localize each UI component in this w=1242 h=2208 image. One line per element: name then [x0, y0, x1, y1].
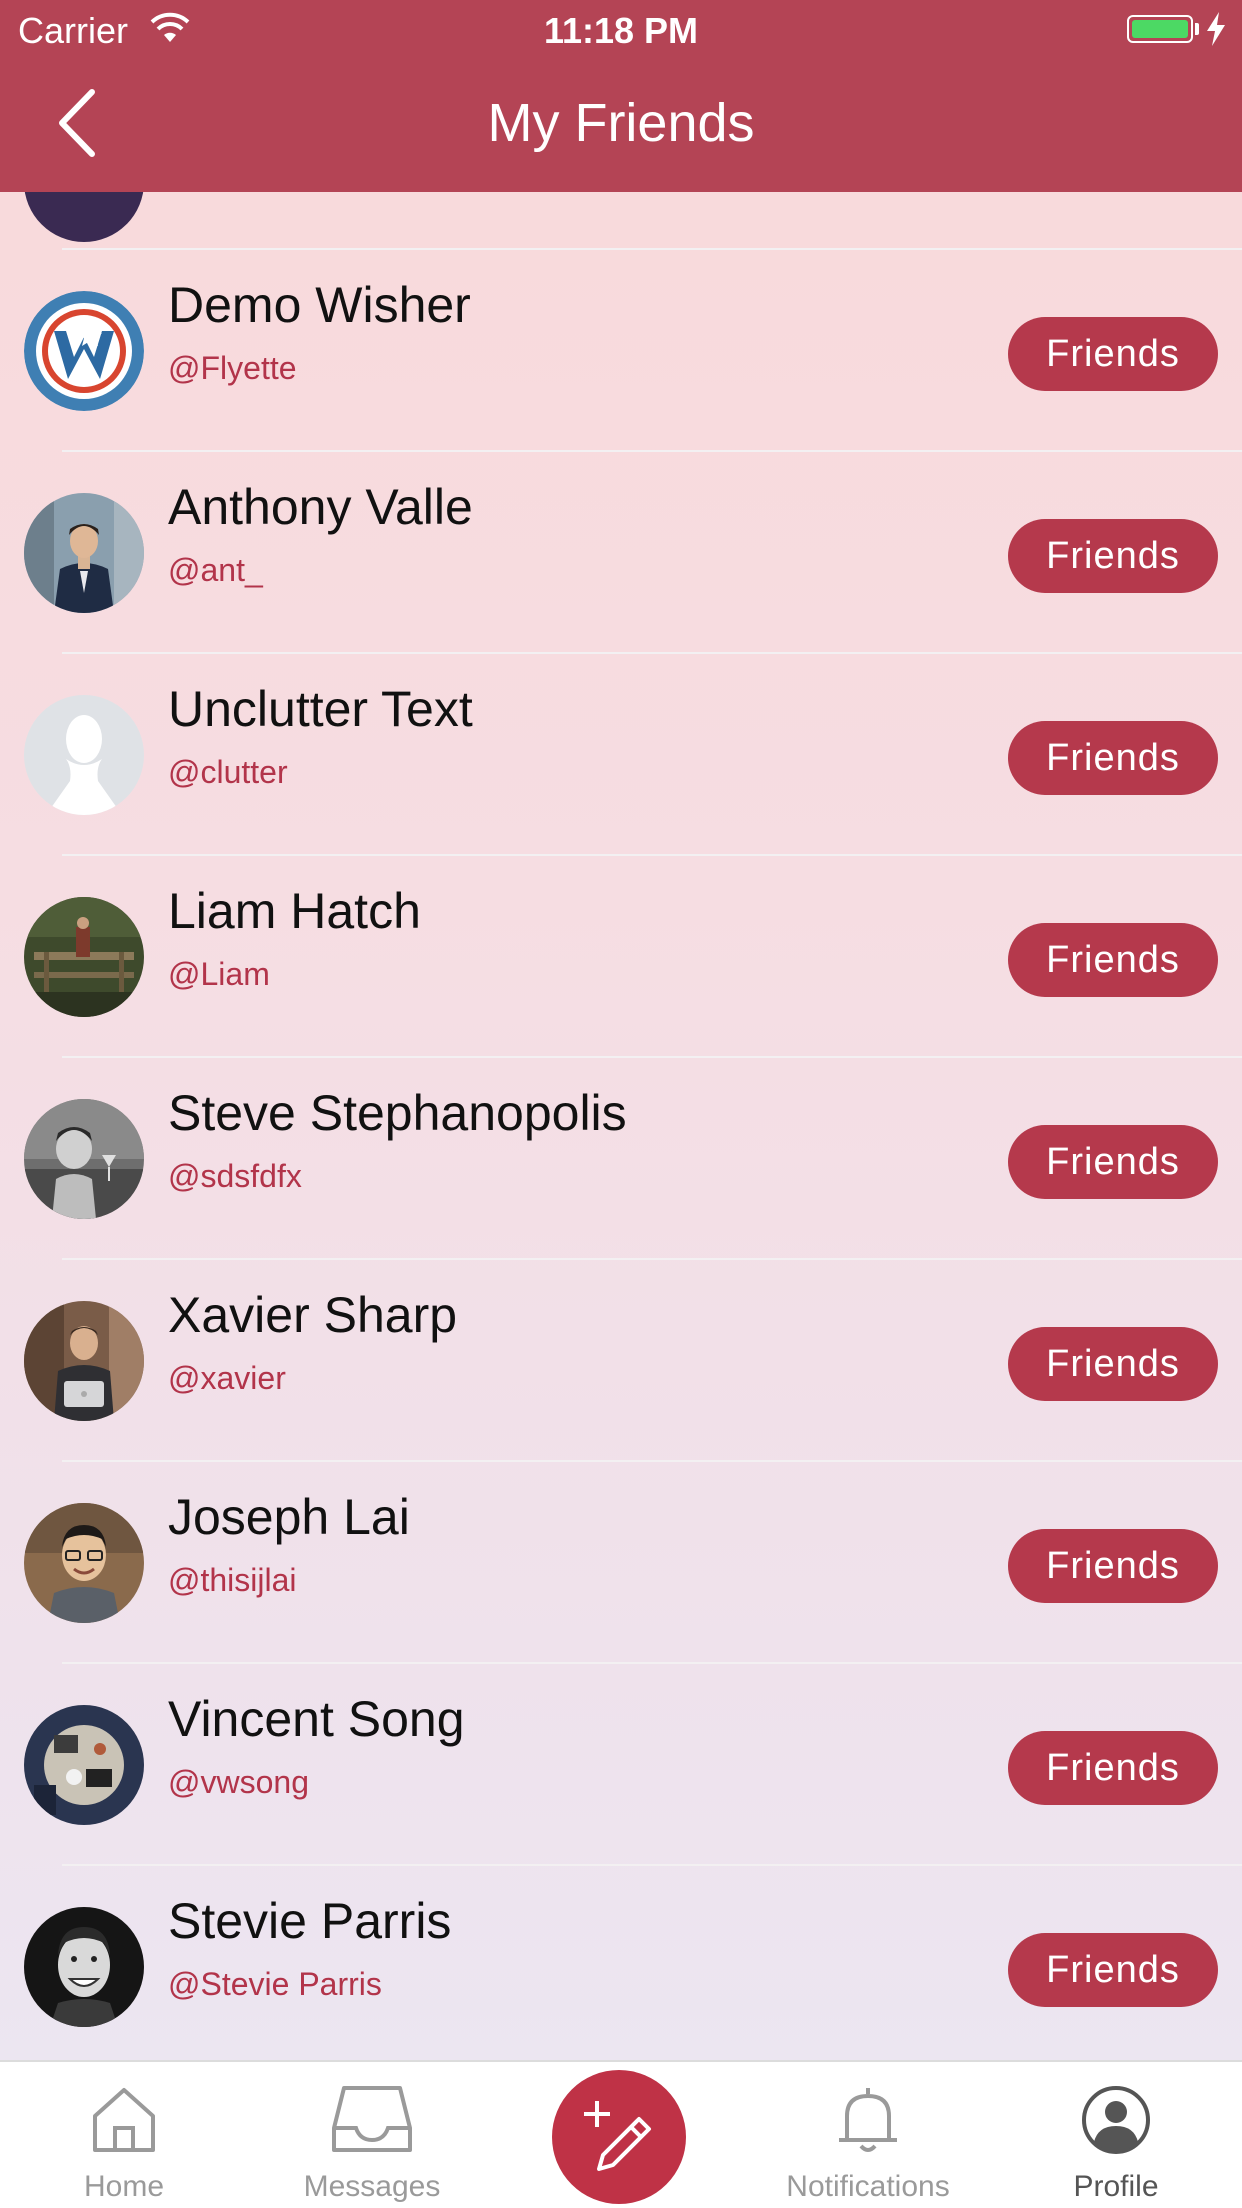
- avatar: [24, 695, 144, 815]
- friend-handle: @Flyette: [168, 350, 297, 386]
- friend-handle: @vwsong: [168, 1764, 309, 1800]
- tab-profile-label: Profile: [1073, 2170, 1159, 2203]
- avatar: [24, 192, 144, 242]
- friend-row[interactable]: Unclutter Text @clutter Friends: [0, 654, 1242, 854]
- tab-messages[interactable]: Messages: [272, 2062, 472, 2208]
- avatar: [24, 291, 144, 411]
- friends-button[interactable]: Friends: [1008, 923, 1218, 997]
- avatar: [24, 1503, 144, 1623]
- tab-profile[interactable]: Profile: [1016, 2062, 1216, 2208]
- friend-name: Joseph Lai: [168, 1489, 410, 1545]
- tab-notifications[interactable]: Notifications: [768, 2062, 968, 2208]
- avatar: [24, 897, 144, 1017]
- tab-bar: Home Messages Notifications Profile: [0, 2060, 1242, 2208]
- friend-row[interactable]: Demo Wisher @Flyette Friends: [0, 250, 1242, 450]
- friend-handle: @thisijlai: [168, 1562, 297, 1598]
- avatar: [24, 1705, 144, 1825]
- friend-handle: @Liam: [168, 956, 270, 992]
- friend-row[interactable]: Xavier Sharp @xavier Friends: [0, 1260, 1242, 1460]
- bell-icon: [839, 2088, 897, 2152]
- friend-name: Stevie Parris: [168, 1893, 452, 1949]
- friend-name: Unclutter Text: [168, 681, 473, 737]
- friend-name: Vincent Song: [168, 1691, 465, 1747]
- friend-handle: @xavier: [168, 1360, 286, 1396]
- friends-list[interactable]: Demo Wisher @Flyette Friends Anthony Val…: [0, 192, 1242, 2060]
- inbox-icon: [332, 2086, 412, 2152]
- friends-button[interactable]: Friends: [1008, 721, 1218, 795]
- avatar: [24, 1907, 144, 2027]
- friend-handle: @sdsfdfx: [168, 1158, 302, 1194]
- friend-row[interactable]: Stevie Parris @Stevie Parris Friends: [0, 1866, 1242, 2060]
- avatar: [24, 1099, 144, 1219]
- tab-home-label: Home: [83, 2170, 165, 2203]
- friends-button[interactable]: Friends: [1008, 1529, 1218, 1603]
- tab-home[interactable]: Home: [24, 2062, 224, 2208]
- navigation-bar: My Friends: [0, 62, 1242, 192]
- friends-button[interactable]: Friends: [1008, 1933, 1218, 2007]
- friend-name: Demo Wisher: [168, 277, 471, 333]
- page-title: My Friends: [487, 93, 755, 153]
- friends-button[interactable]: Friends: [1008, 519, 1218, 593]
- friend-handle: @Stevie Parris: [168, 1966, 382, 2002]
- battery-nub: [1195, 23, 1199, 35]
- charging-icon: [1207, 12, 1225, 46]
- friend-name: Anthony Valle: [168, 479, 473, 535]
- friends-button[interactable]: Friends: [1008, 1731, 1218, 1805]
- friends-button[interactable]: Friends: [1008, 317, 1218, 391]
- home-icon: [93, 2088, 155, 2152]
- friend-name: Liam Hatch: [168, 883, 421, 939]
- status-bar: Carrier 11:18 PM: [0, 0, 1242, 62]
- battery-icon: [1127, 15, 1193, 43]
- compose-button[interactable]: [552, 2070, 686, 2204]
- friend-row[interactable]: Anthony Valle @ant_ Friends: [0, 452, 1242, 652]
- friend-row[interactable]: Vincent Song @vwsong Friends: [0, 1664, 1242, 1864]
- friend-handle: @clutter: [168, 754, 288, 790]
- clock: 11:18 PM: [543, 10, 699, 51]
- tab-messages-label: Messages: [303, 2170, 441, 2203]
- friends-button[interactable]: Friends: [1008, 1327, 1218, 1401]
- friend-name: Steve Stephanopolis: [168, 1085, 627, 1141]
- user-circle-icon: [1082, 2086, 1150, 2154]
- tab-notifications-label: Notifications: [786, 2170, 950, 2203]
- friend-name: Xavier Sharp: [168, 1287, 458, 1343]
- friend-row[interactable]: Liam Hatch @Liam Friends: [0, 856, 1242, 1056]
- avatar: [24, 493, 144, 613]
- friend-handle: @ant_: [168, 552, 263, 588]
- friend-row[interactable]: Joseph Lai @thisijlai Friends: [0, 1462, 1242, 1662]
- friends-button[interactable]: Friends: [1008, 1125, 1218, 1199]
- compose-icon: [584, 2101, 651, 2171]
- friend-row[interactable]: Steve Stephanopolis @sdsfdfx Friends: [0, 1058, 1242, 1258]
- avatar: [24, 1301, 144, 1421]
